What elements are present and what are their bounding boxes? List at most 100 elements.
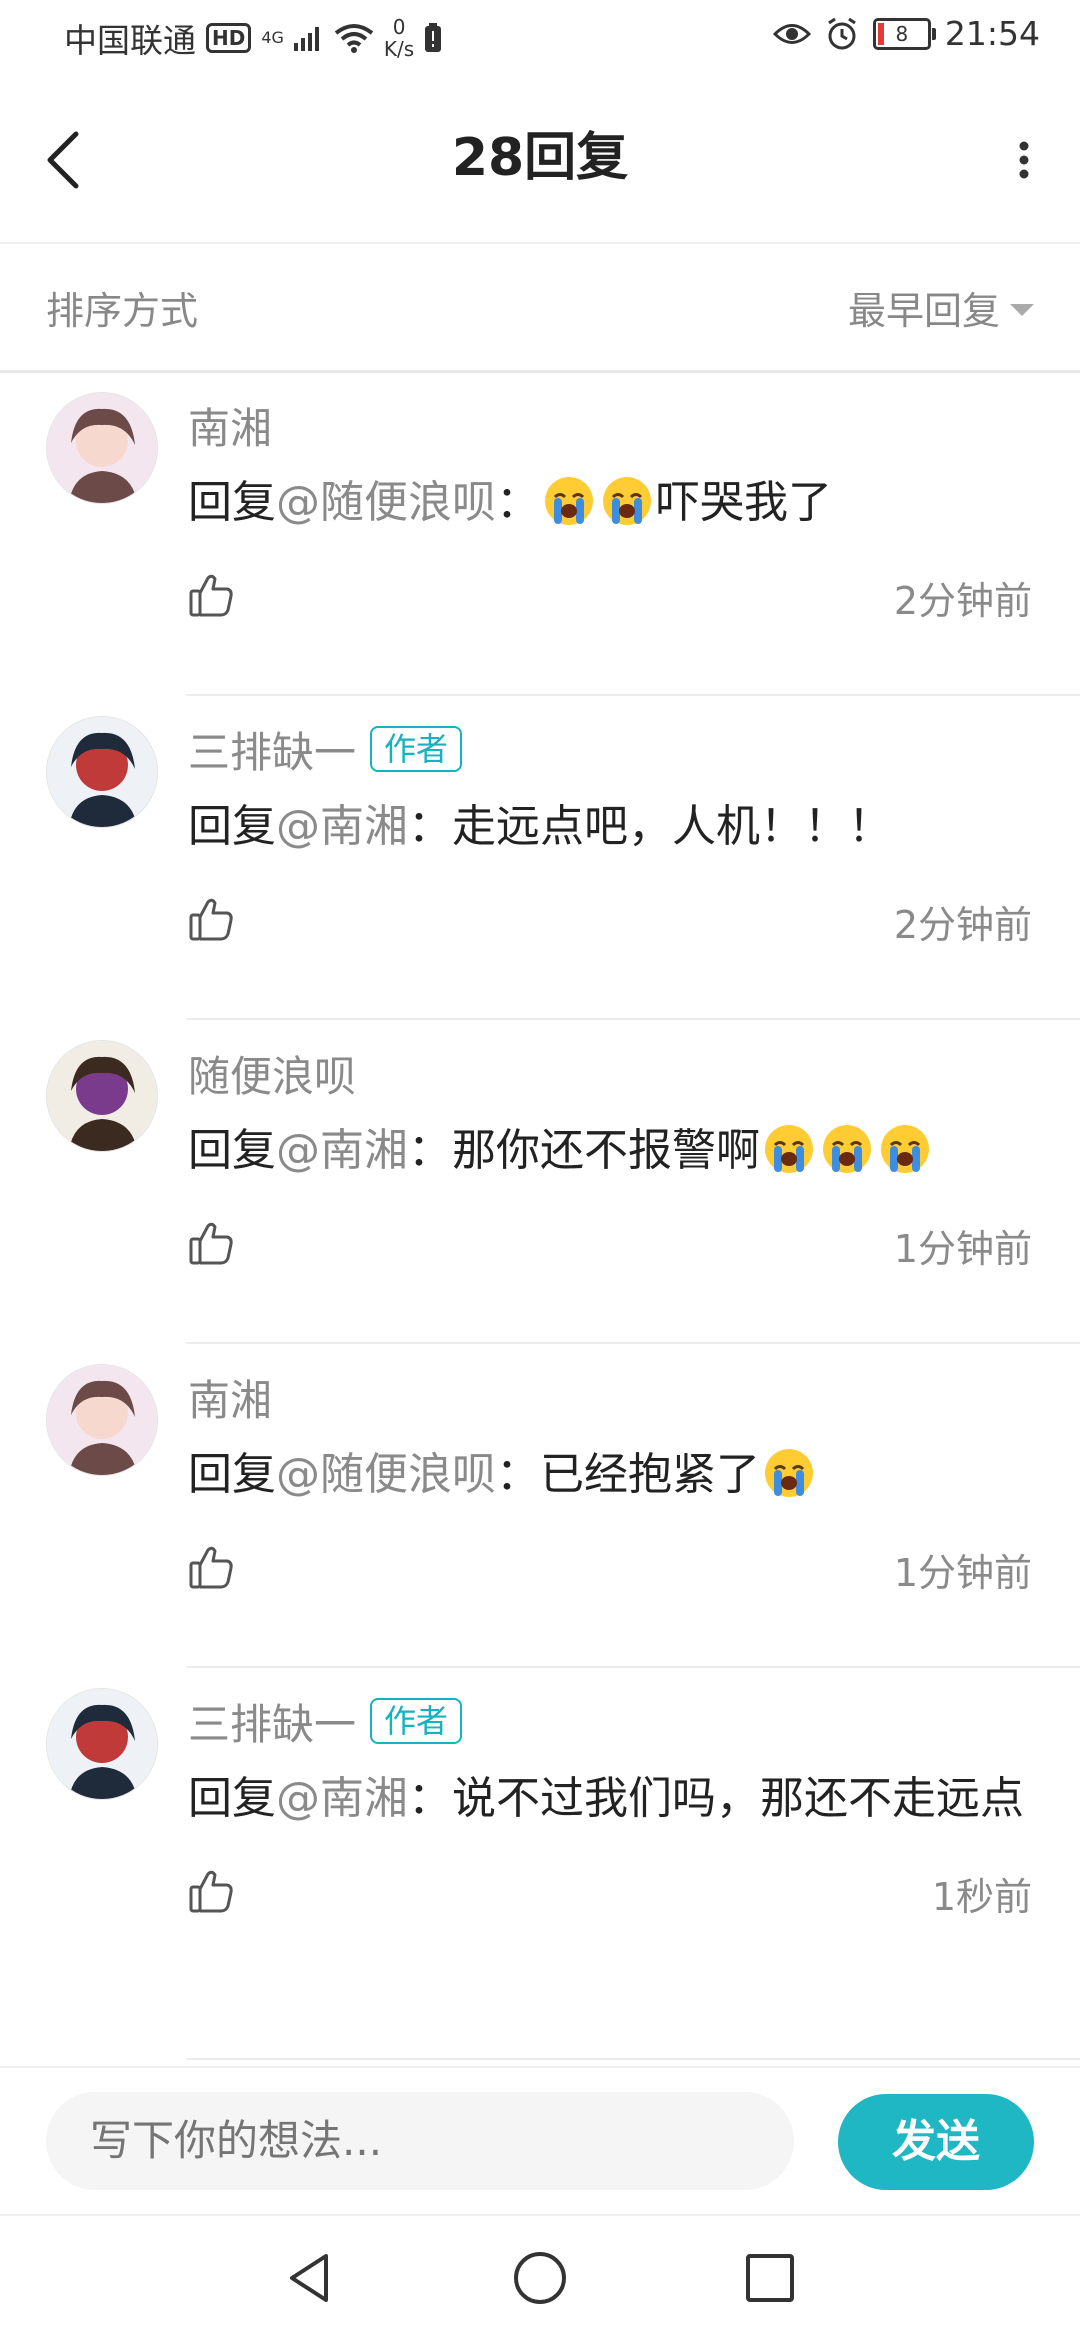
reply-time: 1分钟前 <box>893 1227 1032 1271</box>
signal-icon <box>293 27 319 51</box>
crying-emoji-icon <box>765 1449 813 1497</box>
crying-emoji-icon <box>881 1125 929 1173</box>
mention-link[interactable]: @随便浪呗 <box>276 477 496 528</box>
carrier-name: 中国联通 <box>64 21 196 60</box>
thumbs-up-icon <box>189 1546 233 1589</box>
like-button[interactable] <box>188 1544 234 1590</box>
network-speed-unit: K/s <box>383 37 415 61</box>
reply-item[interactable]: 随便浪呗回复@南湘：那你还不报警啊 1分钟前 <box>0 1020 1080 1344</box>
nav-back-button[interactable] <box>280 2248 340 2308</box>
reply-header: 南湘 <box>188 390 1032 460</box>
avatar[interactable] <box>46 716 158 828</box>
username[interactable]: 三排缺一 <box>188 1691 356 1752</box>
nav-recents-button[interactable] <box>740 2248 800 2308</box>
more-vertical-icon <box>1019 141 1029 179</box>
reply-content: 回复@随便浪呗：已经抱紧了 <box>188 1438 1032 1512</box>
avatar-image <box>47 393 157 503</box>
status-bar: 中国联通 HD 4G 0 K/s 8 21:54 <box>0 0 1080 80</box>
more-options-button[interactable] <box>1004 120 1044 200</box>
circle-home-icon <box>514 2252 566 2304</box>
reply-colon: ： <box>496 1449 540 1500</box>
reply-prefix: 回复 <box>188 1125 276 1176</box>
avatar-image <box>47 1365 157 1475</box>
thumbs-up-icon <box>189 1222 233 1265</box>
network-type: 4G <box>261 28 284 47</box>
clock: 21:54 <box>944 14 1040 53</box>
reply-content: 回复@随便浪呗： 吓哭我了 <box>188 466 1032 540</box>
crying-emoji-icon <box>603 477 651 525</box>
network-speed: 0 K/s <box>384 16 414 60</box>
reply-text: 那你还不报警啊 <box>452 1125 760 1176</box>
reply-meta: 1秒前 <box>188 1850 1032 1950</box>
reply-prefix: 回复 <box>188 801 276 852</box>
avatar[interactable] <box>46 1364 158 1476</box>
sort-dropdown[interactable]: 最早回复 <box>848 280 1034 335</box>
eye-icon <box>772 23 811 44</box>
like-button[interactable] <box>188 1868 234 1914</box>
username[interactable]: 随便浪呗 <box>188 1043 356 1104</box>
reply-time: 2分钟前 <box>893 579 1032 623</box>
mention-link[interactable]: @南湘 <box>276 1125 408 1176</box>
reply-item[interactable]: 三排缺一 作者 回复@南湘：说不过我们吗，那还不走远点 1秒前 <box>0 1668 1080 2060</box>
reply-content: 回复@南湘：那你还不报警啊 <box>188 1114 1032 1188</box>
reply-item[interactable]: 三排缺一 作者 回复@南湘：走远点吧，人机！！！ 2分钟前 <box>0 696 1080 1020</box>
reply-time: 1分钟前 <box>893 1551 1032 1595</box>
avatar-image <box>47 717 157 827</box>
reply-text: 已经抱紧了 <box>540 1449 760 1500</box>
reply-header: 随便浪呗 <box>188 1038 1032 1108</box>
username[interactable]: 三排缺一 <box>188 719 356 780</box>
author-badge: 作者 <box>370 1698 463 1744</box>
like-button[interactable] <box>188 572 234 618</box>
reply-meta: 1分钟前 <box>188 1202 1032 1302</box>
reply-time: 1秒前 <box>931 1875 1032 1919</box>
reply-meta: 1分钟前 <box>188 1526 1032 1626</box>
reply-prefix: 回复 <box>188 1449 276 1500</box>
like-button[interactable] <box>188 896 234 942</box>
reply-body: 三排缺一 作者 回复@南湘：走远点吧，人机！！！ 2分钟前 <box>188 714 1032 978</box>
crying-emoji-icon <box>823 1125 871 1173</box>
sort-label: 排序方式 <box>46 289 199 333</box>
username[interactable]: 南湘 <box>188 1367 272 1428</box>
alarm-icon <box>828 17 856 49</box>
page-title: 28回复 <box>451 128 629 188</box>
avatar[interactable] <box>46 1040 158 1152</box>
send-button[interactable]: 发送 <box>838 2094 1034 2190</box>
reply-time: 2分钟前 <box>893 903 1032 947</box>
reply-header: 三排缺一 作者 <box>188 714 1032 784</box>
reply-body: 南湘回复@随便浪呗： 吓哭我了 2分钟前 <box>188 390 1032 654</box>
wifi-icon <box>334 24 374 53</box>
reply-body: 三排缺一 作者 回复@南湘：说不过我们吗，那还不走远点 1秒前 <box>188 1686 1032 1950</box>
reply-prefix: 回复 <box>188 1773 276 1824</box>
thumbs-up-icon <box>189 574 233 617</box>
reply-input[interactable] <box>46 2092 794 2190</box>
mention-link[interactable]: @南湘 <box>276 801 408 852</box>
sort-selected-value: 最早回复 <box>847 289 1000 333</box>
alert-icon <box>425 23 442 52</box>
avatar[interactable] <box>46 392 158 504</box>
like-button[interactable] <box>188 1220 234 1266</box>
triangle-back-icon <box>290 2254 328 2302</box>
thumbs-up-icon <box>189 1870 233 1913</box>
reply-body: 随便浪呗回复@南湘：那你还不报警啊 1分钟前 <box>188 1038 1032 1302</box>
mention-link[interactable]: @随便浪呗 <box>276 1449 496 1500</box>
username[interactable]: 南湘 <box>188 395 272 456</box>
mention-link[interactable]: @南湘 <box>276 1773 408 1824</box>
sort-bar: 排序方式 最早回复 <box>0 244 1080 373</box>
avatar[interactable] <box>46 1688 158 1800</box>
crying-emoji-icon <box>545 477 593 525</box>
reply-item[interactable]: 南湘回复@随便浪呗：已经抱紧了 1分钟前 <box>0 1344 1080 1668</box>
reply-content: 回复@南湘：走远点吧，人机！！！ <box>188 790 1032 864</box>
author-badge: 作者 <box>370 726 463 772</box>
reply-colon: ： <box>408 801 452 852</box>
reply-colon: ： <box>496 477 540 528</box>
reply-prefix: 回复 <box>188 477 276 528</box>
top-app-bar: 28回复 <box>0 80 1080 244</box>
avatar-image <box>47 1689 157 1799</box>
reply-item[interactable]: 南湘回复@随便浪呗： 吓哭我了 2分钟前 <box>0 372 1080 696</box>
battery-level: 8 <box>895 21 909 46</box>
reply-colon: ： <box>408 1125 452 1176</box>
battery-icon: 8 <box>872 17 936 50</box>
reply-text: 吓哭我了 <box>656 477 832 528</box>
avatar-image <box>47 1041 157 1151</box>
nav-home-button[interactable] <box>510 2248 570 2308</box>
